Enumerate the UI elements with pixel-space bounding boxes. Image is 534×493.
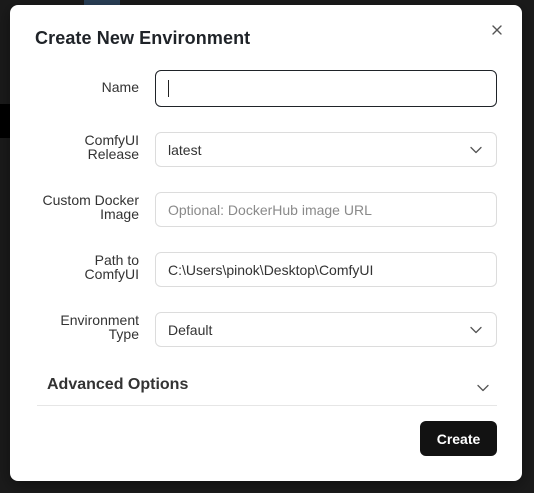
create-environment-dialog: Create New Environment Name ComfyUI Rele…: [10, 5, 522, 481]
advanced-options-label: Advanced Options: [47, 376, 189, 393]
docker-label: Custom Docker Image: [42, 192, 139, 222]
path-value: C:\Users\pinok\Desktop\ComfyUI: [168, 261, 374, 278]
docker-image-input[interactable]: Optional: DockerHub image URL: [155, 192, 497, 227]
text-caret: [168, 80, 169, 97]
chevron-down-icon: [470, 326, 482, 333]
env-type-select[interactable]: Default: [155, 312, 497, 347]
create-button[interactable]: Create: [420, 421, 497, 456]
env-type-value: Default: [168, 321, 213, 338]
release-select[interactable]: latest: [155, 132, 497, 167]
background-strip: [0, 104, 10, 138]
dialog-title: Create New Environment: [35, 28, 251, 48]
close-icon: [492, 25, 502, 35]
advanced-options-toggle[interactable]: Advanced Options: [37, 363, 497, 406]
docker-image-placeholder: Optional: DockerHub image URL: [168, 201, 372, 218]
release-value: latest: [168, 141, 202, 158]
name-label: Name: [101, 79, 139, 95]
chevron-down-icon: [477, 384, 489, 392]
path-label: Path to ComfyUI: [84, 252, 139, 282]
release-label: ComfyUI Release: [84, 132, 139, 162]
env-type-label: Environment Type: [60, 312, 139, 342]
path-input[interactable]: C:\Users\pinok\Desktop\ComfyUI: [155, 252, 497, 287]
name-input[interactable]: [155, 70, 497, 107]
close-button[interactable]: [486, 19, 508, 41]
chevron-down-icon: [470, 146, 482, 153]
